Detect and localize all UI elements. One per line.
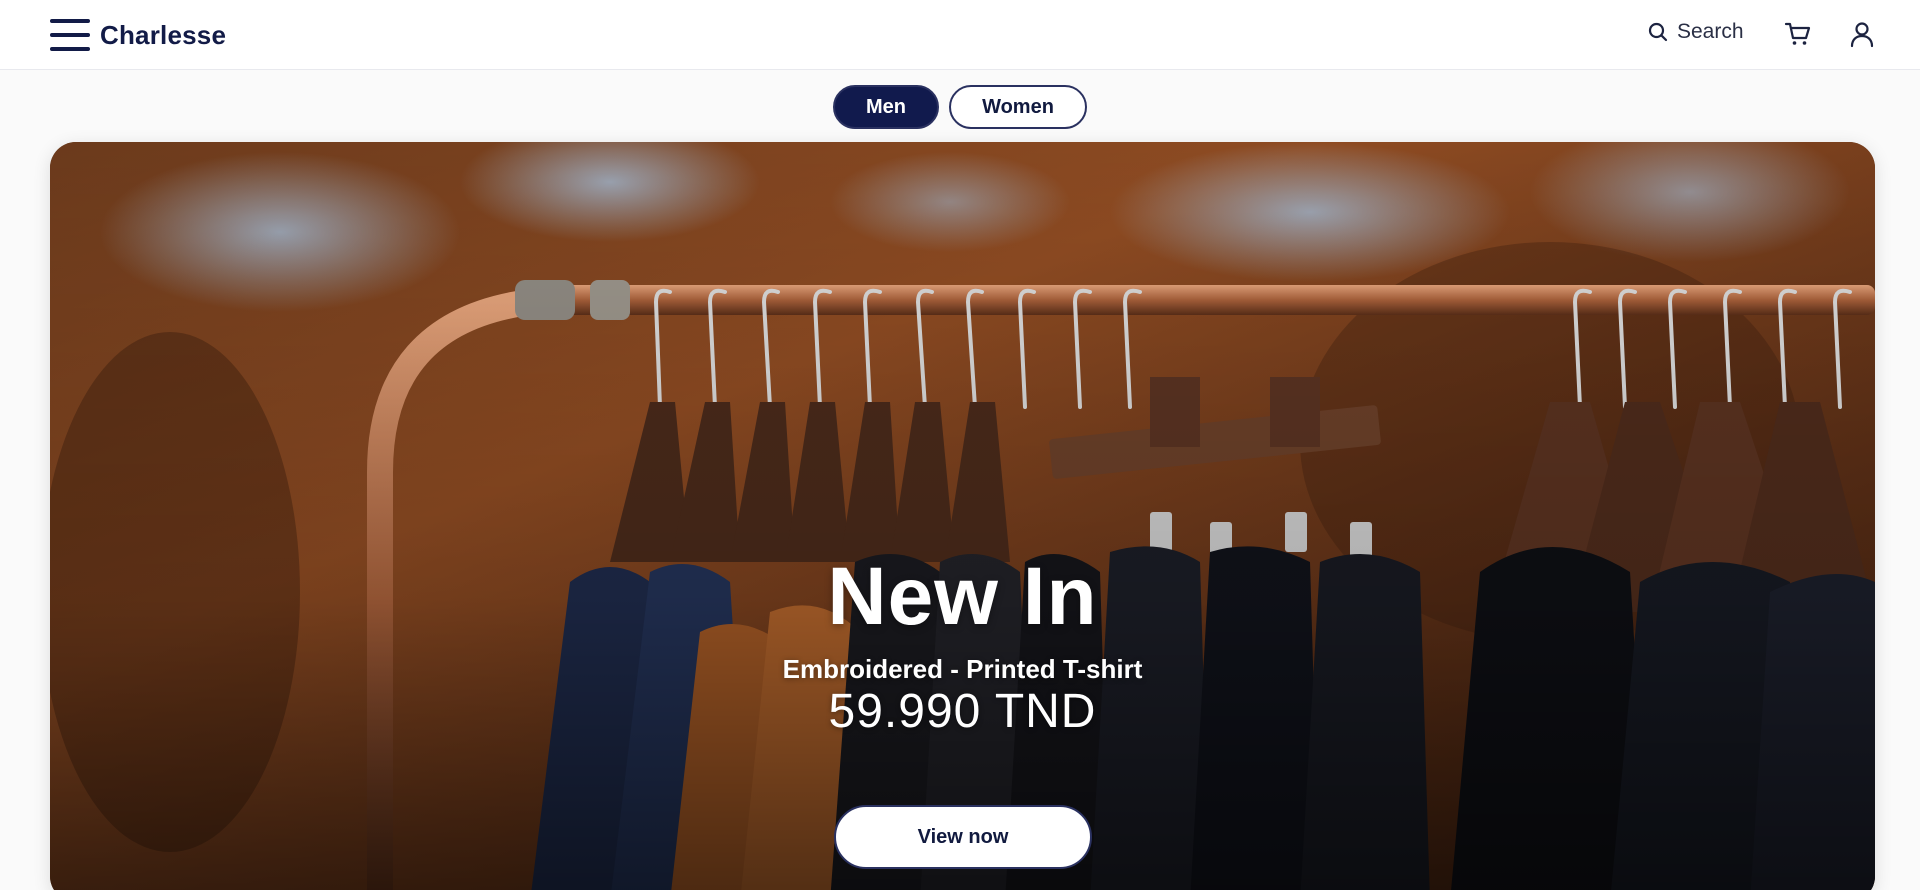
hero-price: 59.990 TND <box>828 685 1097 738</box>
search-button[interactable]: Search <box>1648 20 1744 44</box>
brand-logo[interactable]: Charlesse <box>100 20 226 51</box>
tab-women[interactable]: Women <box>949 85 1087 129</box>
hero-image <box>50 142 1875 890</box>
view-now-button[interactable]: View now <box>834 805 1092 869</box>
tab-men[interactable]: Men <box>833 85 939 129</box>
hamburger-menu-icon[interactable] <box>50 19 90 51</box>
hero-title: New In <box>827 551 1098 642</box>
site-header: Charlesse Search <box>0 0 1920 70</box>
search-label: Search <box>1677 20 1744 43</box>
hero-banner: New In Embroidered - Printed T-shirt 59.… <box>50 142 1875 890</box>
user-icon[interactable] <box>1848 20 1876 48</box>
search-icon <box>1648 22 1668 42</box>
hero-subtitle: Embroidered - Printed T-shirt <box>782 654 1143 684</box>
cart-icon[interactable] <box>1784 20 1812 48</box>
